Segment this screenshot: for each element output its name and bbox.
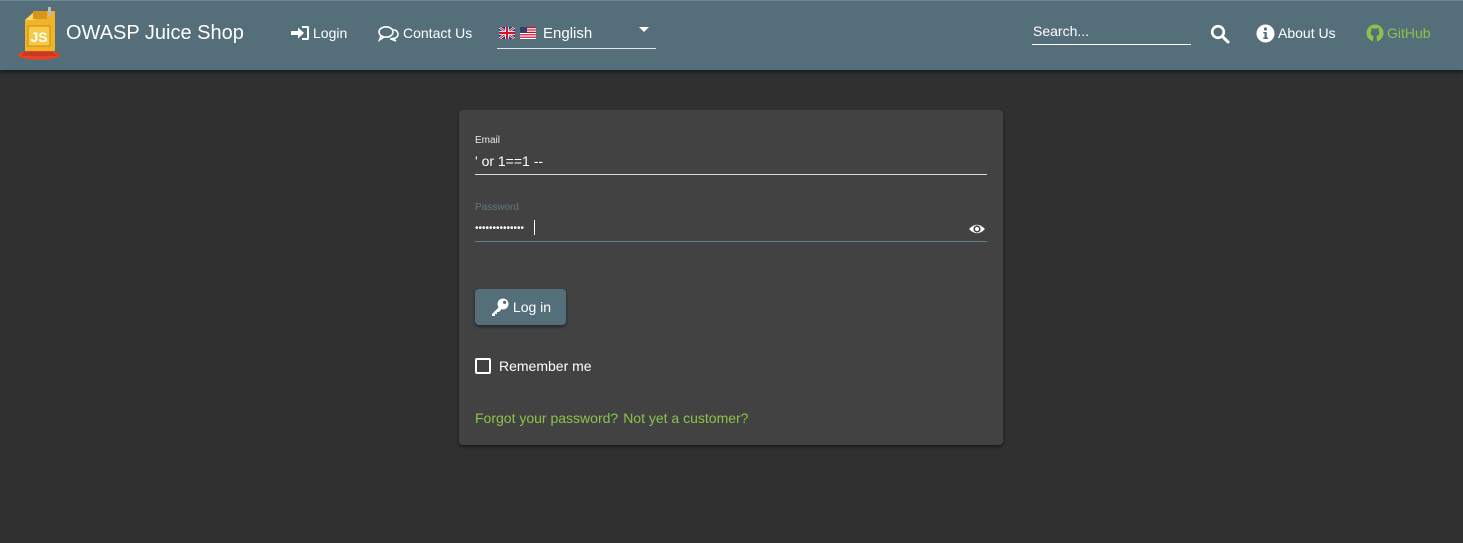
email-field: Email <box>475 135 987 175</box>
about-us-nav-button[interactable]: About Us <box>1256 21 1336 45</box>
login-nav-label: Login <box>313 25 348 41</box>
search-input[interactable] <box>1032 20 1191 42</box>
uk-flag-icon <box>499 27 515 39</box>
app-title: OWASP Juice Shop <box>66 22 244 44</box>
top-navbar: JS OWASP Juice Shop Login Contact Us Eng… <box>0 0 1463 70</box>
eye-icon[interactable] <box>968 222 986 236</box>
contact-us-nav-button[interactable]: Contact Us <box>378 21 472 45</box>
contact-us-nav-label: Contact Us <box>403 25 473 41</box>
remember-me-checkbox[interactable] <box>475 358 491 374</box>
login-button[interactable]: Log in <box>475 289 566 325</box>
info-circle-icon <box>1256 24 1275 42</box>
github-nav-link[interactable]: GitHub <box>1366 21 1431 45</box>
login-card: Email Password Log in Remember me Forgot… <box>459 110 1003 445</box>
comments-icon <box>378 25 399 42</box>
login-links: Forgot your password? Not yet a customer? <box>475 410 748 426</box>
forgot-password-link[interactable]: Forgot your password? <box>475 410 618 426</box>
brand-home-link[interactable]: JS OWASP Juice Shop <box>14 6 244 61</box>
remember-me-option[interactable]: Remember me <box>475 358 592 374</box>
about-us-nav-label: About Us <box>1278 25 1336 41</box>
remember-me-label: Remember me <box>499 358 592 374</box>
register-link[interactable]: Not yet a customer? <box>623 410 748 426</box>
us-flag-icon <box>520 27 536 39</box>
email-label: Email <box>475 135 501 146</box>
svg-text:JS: JS <box>30 29 47 45</box>
sign-in-icon <box>291 26 309 40</box>
login-nav-button[interactable]: Login <box>290 21 347 45</box>
github-icon <box>1366 24 1384 42</box>
search-icon[interactable] <box>1210 24 1230 44</box>
text-caret <box>534 220 535 235</box>
password-input[interactable] <box>475 218 965 238</box>
key-icon <box>491 298 509 316</box>
password-field: Password <box>475 202 987 242</box>
chevron-down-icon <box>639 27 649 32</box>
github-nav-label: GitHub <box>1387 25 1431 41</box>
password-label: Password <box>475 202 519 213</box>
language-selector[interactable]: English <box>497 18 656 49</box>
login-button-label: Log in <box>512 299 552 315</box>
selected-language: English <box>543 24 593 42</box>
juice-box-logo-icon: JS <box>18 7 60 60</box>
search-field <box>1032 20 1191 45</box>
email-input[interactable] <box>475 151 965 171</box>
